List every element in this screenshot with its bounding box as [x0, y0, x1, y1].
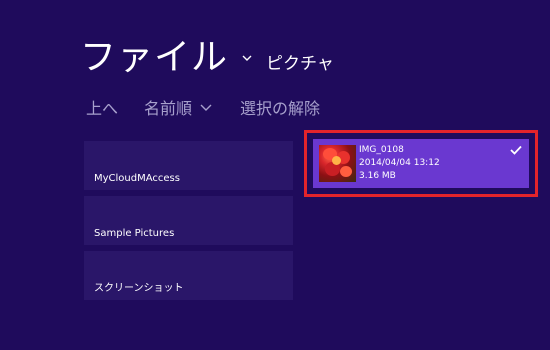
folder-tile[interactable]: スクリーンショット	[84, 251, 293, 300]
chevron-down-icon[interactable]	[242, 53, 252, 63]
deselect-button[interactable]: 選択の解除	[240, 95, 320, 119]
current-location[interactable]: ピクチャ	[266, 54, 334, 74]
sort-dropdown[interactable]: 名前順	[144, 95, 212, 119]
folder-name: MyCloudMAccess	[94, 173, 180, 184]
deselect-label: 選択の解除	[240, 99, 321, 118]
checkmark-icon	[510, 145, 522, 155]
chevron-down-icon	[200, 104, 212, 111]
folder-name: Sample Pictures	[94, 228, 175, 239]
file-name: IMG_0108	[359, 145, 404, 155]
page-title[interactable]: ファイル	[80, 36, 228, 80]
folder-tile[interactable]: Sample Pictures	[84, 196, 293, 245]
up-button[interactable]: 上へ	[86, 95, 118, 119]
folder-name: スクリーンショット	[94, 283, 184, 294]
sort-label: 名前順	[144, 99, 193, 118]
file-info: IMG_0108 2014/04/04 13:12 3.16 MB	[359, 144, 440, 183]
file-date: 2014/04/04 13:12	[359, 158, 440, 168]
file-tile-selected[interactable]: IMG_0108 2014/04/04 13:12 3.16 MB	[313, 139, 529, 188]
up-label: 上へ	[86, 99, 119, 118]
folder-tile[interactable]: MyCloudMAccess	[84, 141, 293, 190]
image-thumbnail	[319, 145, 356, 182]
toolbar: 上へ 名前順 選択の解除	[86, 95, 320, 119]
file-size: 3.16 MB	[359, 171, 396, 181]
page-header: ファイル ピクチャ	[80, 36, 334, 80]
